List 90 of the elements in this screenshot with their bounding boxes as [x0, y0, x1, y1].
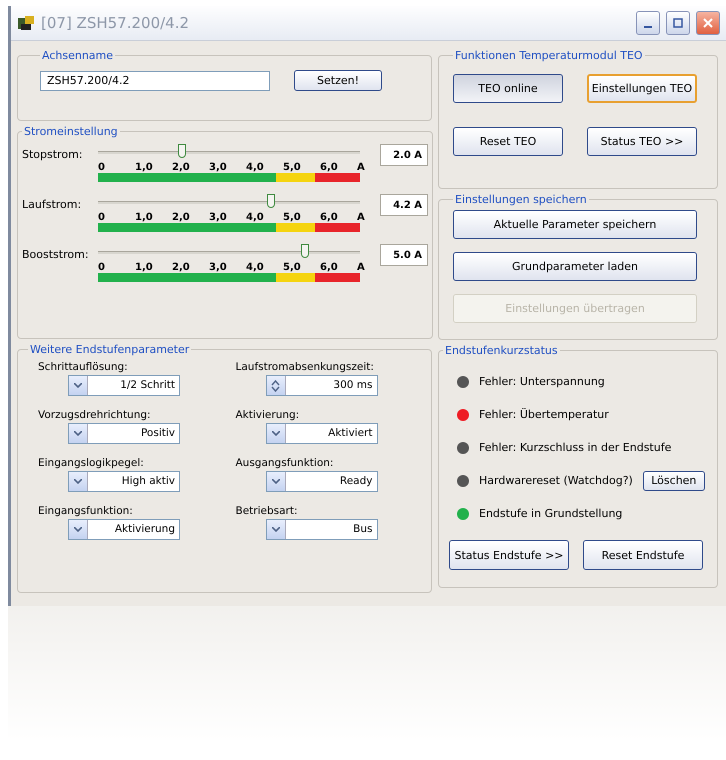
teo-button[interactable]: TEO online: [453, 74, 563, 103]
scale-label: 3,0: [209, 162, 228, 173]
maximize-icon: [673, 18, 683, 28]
scale-label: 4,0: [246, 162, 265, 173]
scale-label: 2,0: [172, 212, 191, 223]
dropdown-field[interactable]: Aktivierung: [68, 519, 180, 540]
chevron-down-icon: [272, 431, 280, 436]
close-icon: [703, 18, 713, 28]
minimize-icon: [644, 26, 652, 28]
scale-label: 1,0: [135, 162, 154, 173]
field-label: Laufstromabsenkungszeit:: [236, 361, 374, 373]
dropdown-field[interactable]: High aktiv: [68, 471, 180, 492]
scale-label: 2,0: [172, 262, 191, 273]
current-slider[interactable]: [98, 194, 360, 210]
scale-label: 5,0: [283, 162, 302, 173]
group-title: Achsenname: [41, 49, 114, 62]
scale-label: 0: [98, 162, 106, 173]
group-title: Einstellungen speichern: [454, 193, 588, 206]
slider-thumb[interactable]: [266, 194, 275, 208]
save-button[interactable]: Aktuelle Parameter speichern: [453, 210, 697, 239]
dropdown-field[interactable]: Positiv: [68, 423, 180, 444]
maximize-button[interactable]: [666, 11, 690, 35]
current-slider[interactable]: [98, 244, 360, 260]
window-title: [07] ZSH57.200/4.2: [41, 14, 190, 32]
dropdown-field[interactable]: Aktiviert: [266, 423, 378, 444]
slider-label: Laufstrom:: [22, 198, 82, 211]
current-slider[interactable]: [98, 144, 360, 160]
minimize-button[interactable]: [636, 11, 660, 35]
unit-label: A: [357, 162, 365, 173]
unit-label: A: [357, 262, 365, 273]
scale-label: 6,0: [320, 262, 339, 273]
scale-label: 1,0: [135, 262, 154, 273]
slider-thumb[interactable]: [300, 244, 309, 258]
scale-label: 6,0: [320, 162, 339, 173]
chevron-down-icon: [74, 431, 82, 436]
scale-label: 0: [98, 212, 106, 223]
field-label: Ausgangsfunktion:: [236, 457, 334, 469]
status-label: Hardwarereset (Watchdog?): [479, 474, 633, 487]
spinner-field[interactable]: 300 ms: [266, 375, 378, 396]
save-button[interactable]: Grundparameter laden: [453, 252, 697, 281]
status-label: Fehler: Unterspannung: [479, 375, 605, 388]
close-button[interactable]: [696, 11, 720, 35]
clear-button[interactable]: Löschen: [642, 470, 705, 490]
field-label: Eingangsfunktion:: [38, 505, 133, 517]
field-label: Vorzugsdrehrichtung:: [38, 409, 151, 421]
scale-label: 2,0: [172, 162, 191, 173]
teo-button[interactable]: Reset TEO: [453, 127, 563, 156]
spinner-arrows-icon: [271, 378, 280, 392]
output-stage-button[interactable]: Reset Endstufe: [583, 540, 703, 570]
group-title: Stromeinstellung: [23, 125, 119, 138]
chevron-down-icon: [74, 479, 82, 484]
current-value-field[interactable]: 5.0 A: [380, 244, 428, 266]
chevron-down-icon: [272, 479, 280, 484]
output-stage-button[interactable]: Status Endstufe >>: [449, 540, 569, 570]
scale-label: 3,0: [209, 262, 228, 273]
field-label: Betriebsart:: [236, 505, 298, 517]
set-button[interactable]: Setzen!: [294, 70, 382, 91]
scale-label: 5,0: [283, 212, 302, 223]
current-value-field[interactable]: 4.2 A: [380, 194, 428, 216]
group-title: Weitere Endstufenparameter: [29, 343, 190, 356]
scale-label: 5,0: [283, 262, 302, 273]
group-title: Funktionen Temperaturmodul TEO: [454, 49, 644, 62]
status-label: Endstufe in Grundstellung: [479, 507, 622, 520]
dropdown-field[interactable]: 1/2 Schritt: [68, 375, 180, 396]
dropdown-field[interactable]: Ready: [266, 471, 378, 492]
scale-label: 4,0: [246, 212, 265, 223]
group-title: Endstufenkurzstatus: [444, 344, 559, 357]
dropdown-field[interactable]: Bus: [266, 519, 378, 540]
scale-label: 6,0: [320, 212, 339, 223]
field-label: Eingangslogikpegel:: [38, 457, 144, 469]
teo-button[interactable]: Status TEO >>: [587, 127, 697, 156]
current-value-field[interactable]: 2.0 A: [380, 144, 428, 166]
scale-label: 4,0: [246, 262, 265, 273]
teo-button[interactable]: Einstellungen TEO: [587, 74, 697, 103]
scale-label: 1,0: [135, 212, 154, 223]
chevron-down-icon: [74, 383, 82, 388]
field-label: Aktivierung:: [236, 409, 300, 421]
chevron-down-icon: [74, 527, 82, 532]
status-label: Fehler: Kurzschluss in der Endstufe: [479, 441, 672, 454]
status-label: Fehler: Übertemperatur: [479, 408, 609, 421]
chevron-down-icon: [272, 527, 280, 532]
scale-label: 0: [98, 262, 106, 273]
slider-thumb[interactable]: [178, 144, 186, 158]
field-label: Schrittauflösung:: [38, 361, 128, 373]
unit-label: A: [357, 212, 365, 223]
scale-label: 3,0: [209, 212, 228, 223]
app-icon: [17, 15, 35, 31]
slider-label: Stopstrom:: [22, 148, 84, 161]
slider-label: Booststrom:: [22, 248, 90, 261]
axis-name-field[interactable]: ZSH57.200/4.2: [40, 70, 270, 90]
